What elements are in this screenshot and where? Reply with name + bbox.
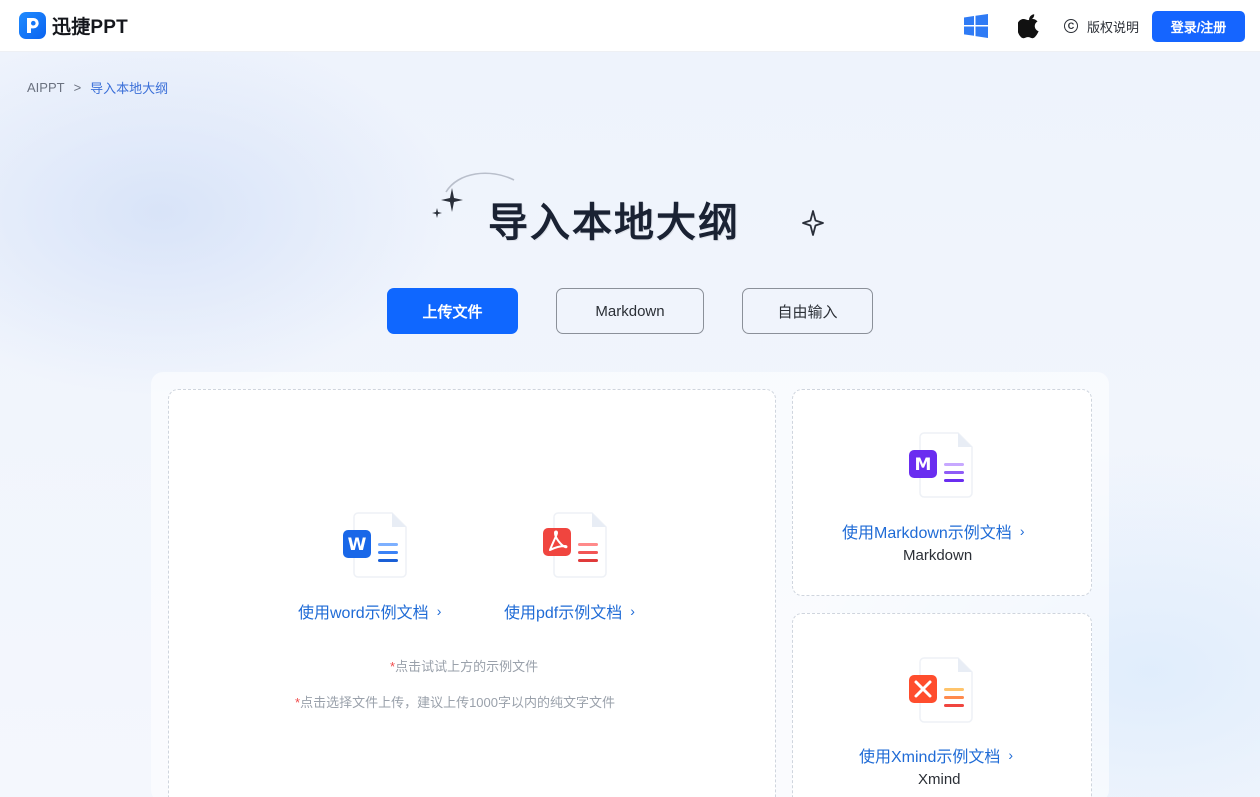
hint-upload-limit-text: 点击选择文件上传，建议上传1000字以内的纯文字文件 [300, 695, 615, 710]
windows-download-icon[interactable] [962, 12, 990, 40]
app-logo-icon [19, 12, 46, 39]
login-register-button[interactable]: 登录/注册 [1152, 10, 1245, 42]
breadcrumb-separator: > [73, 80, 82, 95]
pdf-file-icon[interactable] [540, 510, 610, 580]
hint-try-examples-text: 点击试试上方的示例文件 [395, 659, 539, 674]
chevron-right-icon: › [436, 603, 442, 619]
app-name: 迅捷PPT [52, 17, 128, 38]
xmind-file-icon[interactable] [906, 655, 976, 725]
apple-download-icon[interactable] [1016, 12, 1044, 40]
page-title-area: 导入本地大纲 [430, 170, 830, 246]
use-xmind-example-label: 使用Xmind示例文档 [859, 749, 1001, 766]
app-logo[interactable]: 迅捷PPT [19, 12, 128, 39]
use-pdf-example-label: 使用pdf示例文档 [504, 605, 623, 622]
copyright-icon: C [1063, 19, 1078, 33]
file-upload-dropzone[interactable] [168, 389, 776, 797]
chevron-right-icon: › [1019, 523, 1025, 539]
markdown-card-label: Markdown [903, 547, 973, 564]
tab-markdown[interactable]: Markdown [556, 288, 704, 334]
use-markdown-example-label: 使用Markdown示例文档 [842, 525, 1012, 542]
copyright-label: 版权说明 [1086, 19, 1139, 35]
xmind-card-label: Xmind [918, 771, 961, 788]
copyright-link[interactable]: C 版权说明 [1063, 17, 1139, 36]
breadcrumb: AIPPT > 导入本地大纲 [27, 78, 168, 97]
chevron-right-icon: › [1008, 747, 1014, 763]
hint-try-examples: *点击试试上方的示例文件 [390, 656, 538, 675]
breadcrumb-current: 导入本地大纲 [90, 81, 169, 96]
chevron-right-icon: › [630, 603, 635, 619]
word-badge-letter: W [348, 535, 367, 555]
breadcrumb-root-link[interactable]: AIPPT [27, 80, 65, 95]
markdown-badge-letter: M [915, 455, 932, 475]
hint-upload-limit: *点击选择文件上传，建议上传1000字以内的纯文字文件 [295, 692, 615, 711]
top-bar: 迅捷PPT C 版权说明 登录/注册 [0, 0, 1260, 52]
page-title: 导入本地大纲 [488, 200, 740, 246]
use-word-example-label: 使用word示例文档 [298, 605, 429, 622]
use-pdf-example-link[interactable]: 使用pdf示例文档 › [504, 599, 635, 623]
tab-upload-file[interactable]: 上传文件 [387, 288, 518, 334]
use-markdown-example-link[interactable]: 使用Markdown示例文档 › [842, 519, 1024, 543]
sparkle-right-icon [802, 210, 824, 236]
markdown-file-icon[interactable]: M [906, 430, 976, 500]
use-xmind-example-link[interactable]: 使用Xmind示例文档 › [859, 743, 1013, 767]
tab-free-input[interactable]: 自由输入 [742, 288, 873, 334]
word-file-icon[interactable]: W [340, 510, 410, 580]
use-word-example-link[interactable]: 使用word示例文档 › [298, 599, 441, 623]
